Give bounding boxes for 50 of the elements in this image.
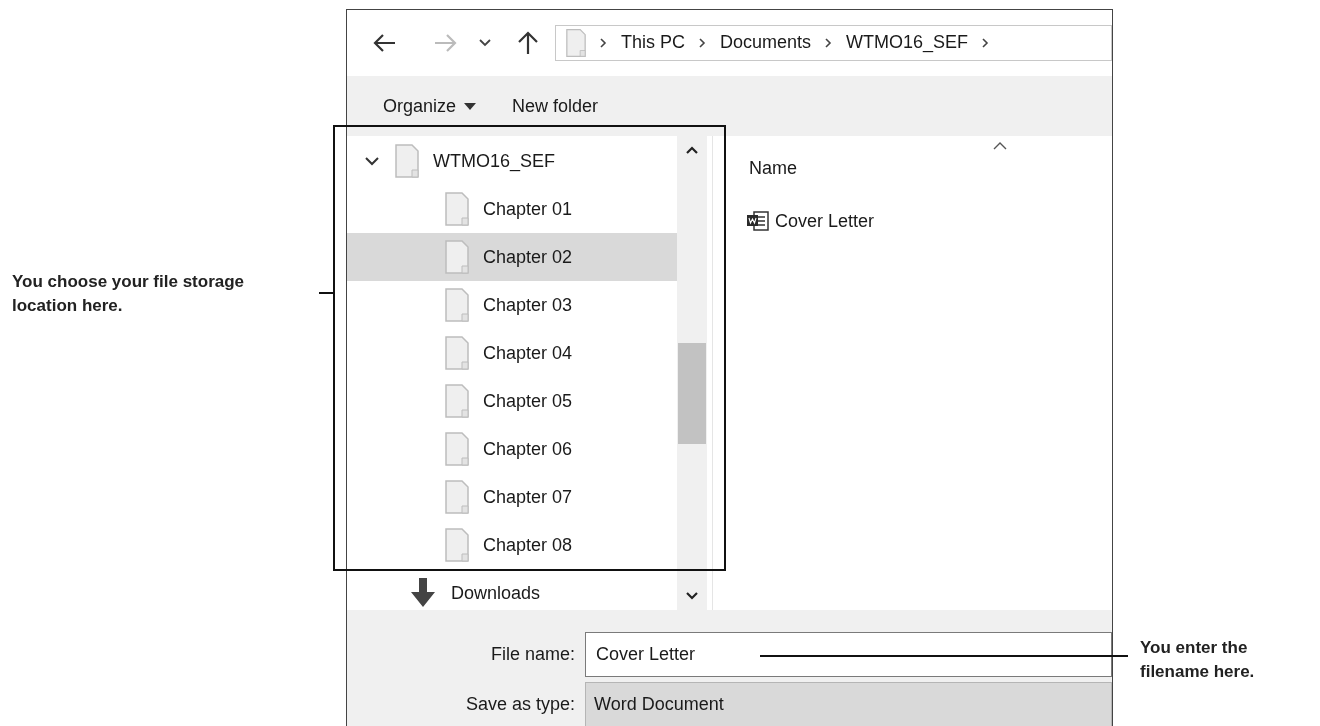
tree-item[interactable]: Chapter 01 [347,185,677,233]
save-as-type-label: Save as type: [464,693,576,716]
breadcrumb[interactable]: WTMO16_SEF [846,29,969,56]
breadcrumb-chevron-icon [699,37,706,48]
file-name-field[interactable]: Cover Letter [585,632,1112,677]
folder-icon [445,432,469,466]
breadcrumb[interactable]: This PC [621,29,685,56]
breadcrumb-chevron-icon [825,37,833,48]
tree-item[interactable]: WTMO16_SEF [347,137,677,185]
folder-icon [445,480,469,514]
new-folder-button[interactable]: New folder [512,92,599,120]
file-item[interactable]: Cover Letter [747,206,1112,236]
chevron-down-icon[interactable] [365,156,379,166]
leader-line [319,292,333,294]
sort-caret-icon [993,142,1007,150]
tree-item[interactable]: Chapter 07 [347,473,677,521]
chevron-down-icon[interactable] [479,38,491,47]
folder-icon [445,384,469,418]
scroll-thumb[interactable] [678,343,706,444]
tree-item[interactable]: Chapter 08 [347,521,677,569]
scroll-down-icon[interactable] [686,592,698,600]
save-as-type-dropdown[interactable]: Word Document [585,682,1112,726]
callout-text: You choose your file storage location here. [12,271,246,317]
up-arrow-icon[interactable] [517,30,539,55]
folder-icon [445,240,469,274]
folder-icon [395,144,419,178]
folder-icon [445,192,469,226]
breadcrumb-chevron-icon [982,37,990,48]
folder-icon [566,27,586,58]
tree-item[interactable]: Chapter 02 [347,233,677,281]
breadcrumb[interactable]: Documents [720,29,812,56]
tree-item[interactable]: Downloads [347,569,677,617]
organize-button[interactable]: Organize [383,92,477,120]
file-name-label: File name: [489,643,576,666]
down-arrow-icon [409,578,437,608]
address-bar[interactable]: This PC Documents WTMO16_SEF [555,24,1112,61]
callout-text: You enter the filename here. [1140,637,1256,683]
folder-icon [445,336,469,370]
document-icon [747,211,769,231]
tree-item[interactable]: Chapter 04 [347,329,677,377]
folder-icon [445,288,469,322]
dropdown-caret-icon [464,102,477,110]
column-header[interactable]: Name [749,155,797,182]
scroll-up-icon[interactable] [686,146,698,154]
back-arrow-icon[interactable] [373,32,397,53]
tree-item[interactable]: Chapter 05 [347,377,677,425]
folder-icon [445,528,469,562]
breadcrumb-chevron-icon [600,37,607,48]
tree-item[interactable]: Chapter 06 [347,425,677,473]
tree-item[interactable]: Chapter 03 [347,281,677,329]
